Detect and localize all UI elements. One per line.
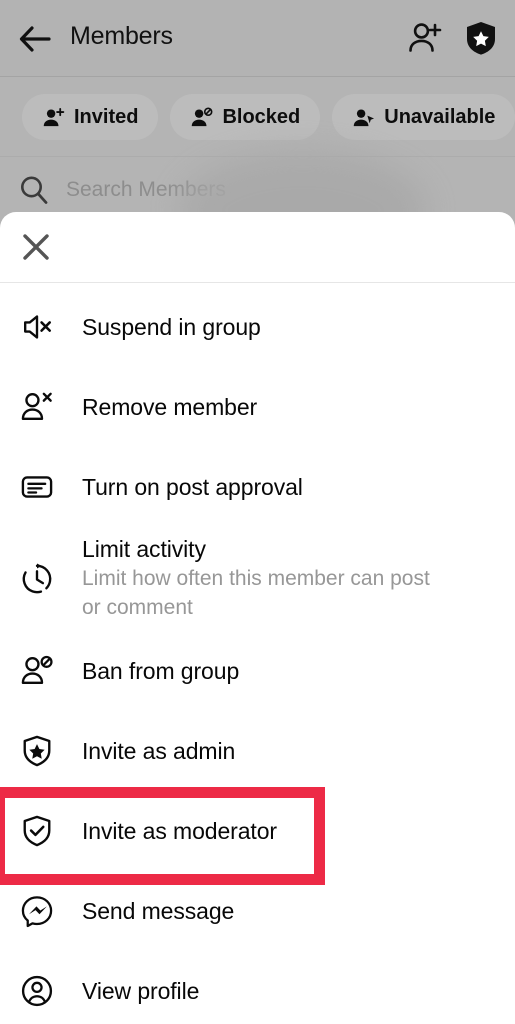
menu-item-text: Ban from group — [82, 657, 279, 686]
menu-item-text: Invite as moderator — [82, 817, 317, 846]
menu-item-text: Limit activity Limit how often this memb… — [82, 535, 492, 624]
menu-item-label: Limit activity — [82, 535, 206, 562]
page-title: Members — [70, 22, 173, 50]
person-plus-icon — [42, 106, 65, 129]
menu-item-subtitle: Limit how often this member can post or … — [82, 567, 430, 620]
person-cursor-icon — [352, 106, 375, 129]
menu-item-text: Turn on post approval — [82, 473, 343, 502]
menu-item-invite-as-moderator[interactable]: Invite as moderator — [0, 791, 515, 871]
menu-item-label: Turn on post approval — [82, 473, 303, 500]
menu-item-text: Send message — [82, 897, 274, 926]
menu-item-label: Remove member — [82, 393, 258, 420]
profile-circle-icon — [14, 968, 60, 1014]
arrow-left-icon[interactable] — [18, 24, 52, 54]
menu-item-limit-activity[interactable]: Limit activity Limit how often this memb… — [0, 527, 515, 631]
menu-item-remove-member[interactable]: Remove member — [0, 367, 515, 447]
menu-item-text: Invite as admin — [82, 737, 275, 766]
menu-item-label: Invite as moderator — [82, 817, 277, 844]
sheet-title: ​ — [188, 230, 322, 264]
shield-star-filled-icon[interactable] — [461, 18, 501, 58]
person-add-icon[interactable] — [405, 18, 445, 58]
shield-check-icon — [14, 808, 60, 854]
shield-star-icon — [14, 728, 60, 774]
filter-pill-invited[interactable]: Invited — [22, 94, 159, 140]
menu-item-turn-on-post-approval[interactable]: Turn on post approval — [0, 447, 515, 527]
member-actions-sheet: ​ Suspend in group — [0, 212, 515, 1024]
menu-item-label: Ban from group — [82, 657, 240, 684]
menu-item-invite-as-admin[interactable]: Invite as admin — [0, 711, 515, 791]
menu-item-label: Invite as admin — [82, 737, 236, 764]
menu-item-text: View profile — [82, 977, 239, 1006]
menu-item-text: Remove member — [82, 393, 297, 422]
post-approval-icon — [14, 464, 60, 510]
menu-item-label: View profile — [82, 977, 200, 1004]
menu-item-label: Suspend in group — [82, 313, 261, 340]
messenger-icon — [14, 888, 60, 934]
menu-item-suspend-in-group[interactable]: Suspend in group — [0, 287, 515, 367]
member-actions-menu: Suspend in group Remove member Turn on p… — [0, 283, 515, 1024]
menu-item-text: Suspend in group — [82, 313, 301, 342]
members-topbar: Members — [0, 0, 515, 77]
app-screen: Members Invited Blocked Unavailable Sear… — [0, 0, 515, 1024]
menu-item-send-message[interactable]: Send message — [0, 871, 515, 951]
menu-item-label: Send message — [82, 897, 235, 924]
member-filter-pills: Invited Blocked Unavailable — [0, 78, 515, 156]
person-remove-icon — [14, 384, 60, 430]
person-block-icon — [190, 106, 213, 129]
close-icon[interactable] — [18, 229, 54, 265]
speaker-mute-icon — [14, 304, 60, 350]
menu-item-ban-from-group[interactable]: Ban from group — [0, 631, 515, 711]
filter-pill-label: Blocked — [222, 105, 301, 128]
filter-pill-label: Invited — [74, 105, 139, 128]
topbar-actions — [405, 18, 501, 58]
filter-pill-label: Unavailable — [384, 105, 496, 128]
sheet-header: ​ — [0, 212, 515, 283]
timer-clock-icon — [14, 556, 60, 602]
person-ban-icon — [14, 648, 60, 694]
filter-pill-blocked[interactable]: Blocked — [170, 94, 321, 140]
filter-pill-unavailable[interactable]: Unavailable — [332, 94, 515, 140]
search-icon — [18, 174, 50, 206]
menu-item-view-profile[interactable]: View profile — [0, 951, 515, 1024]
